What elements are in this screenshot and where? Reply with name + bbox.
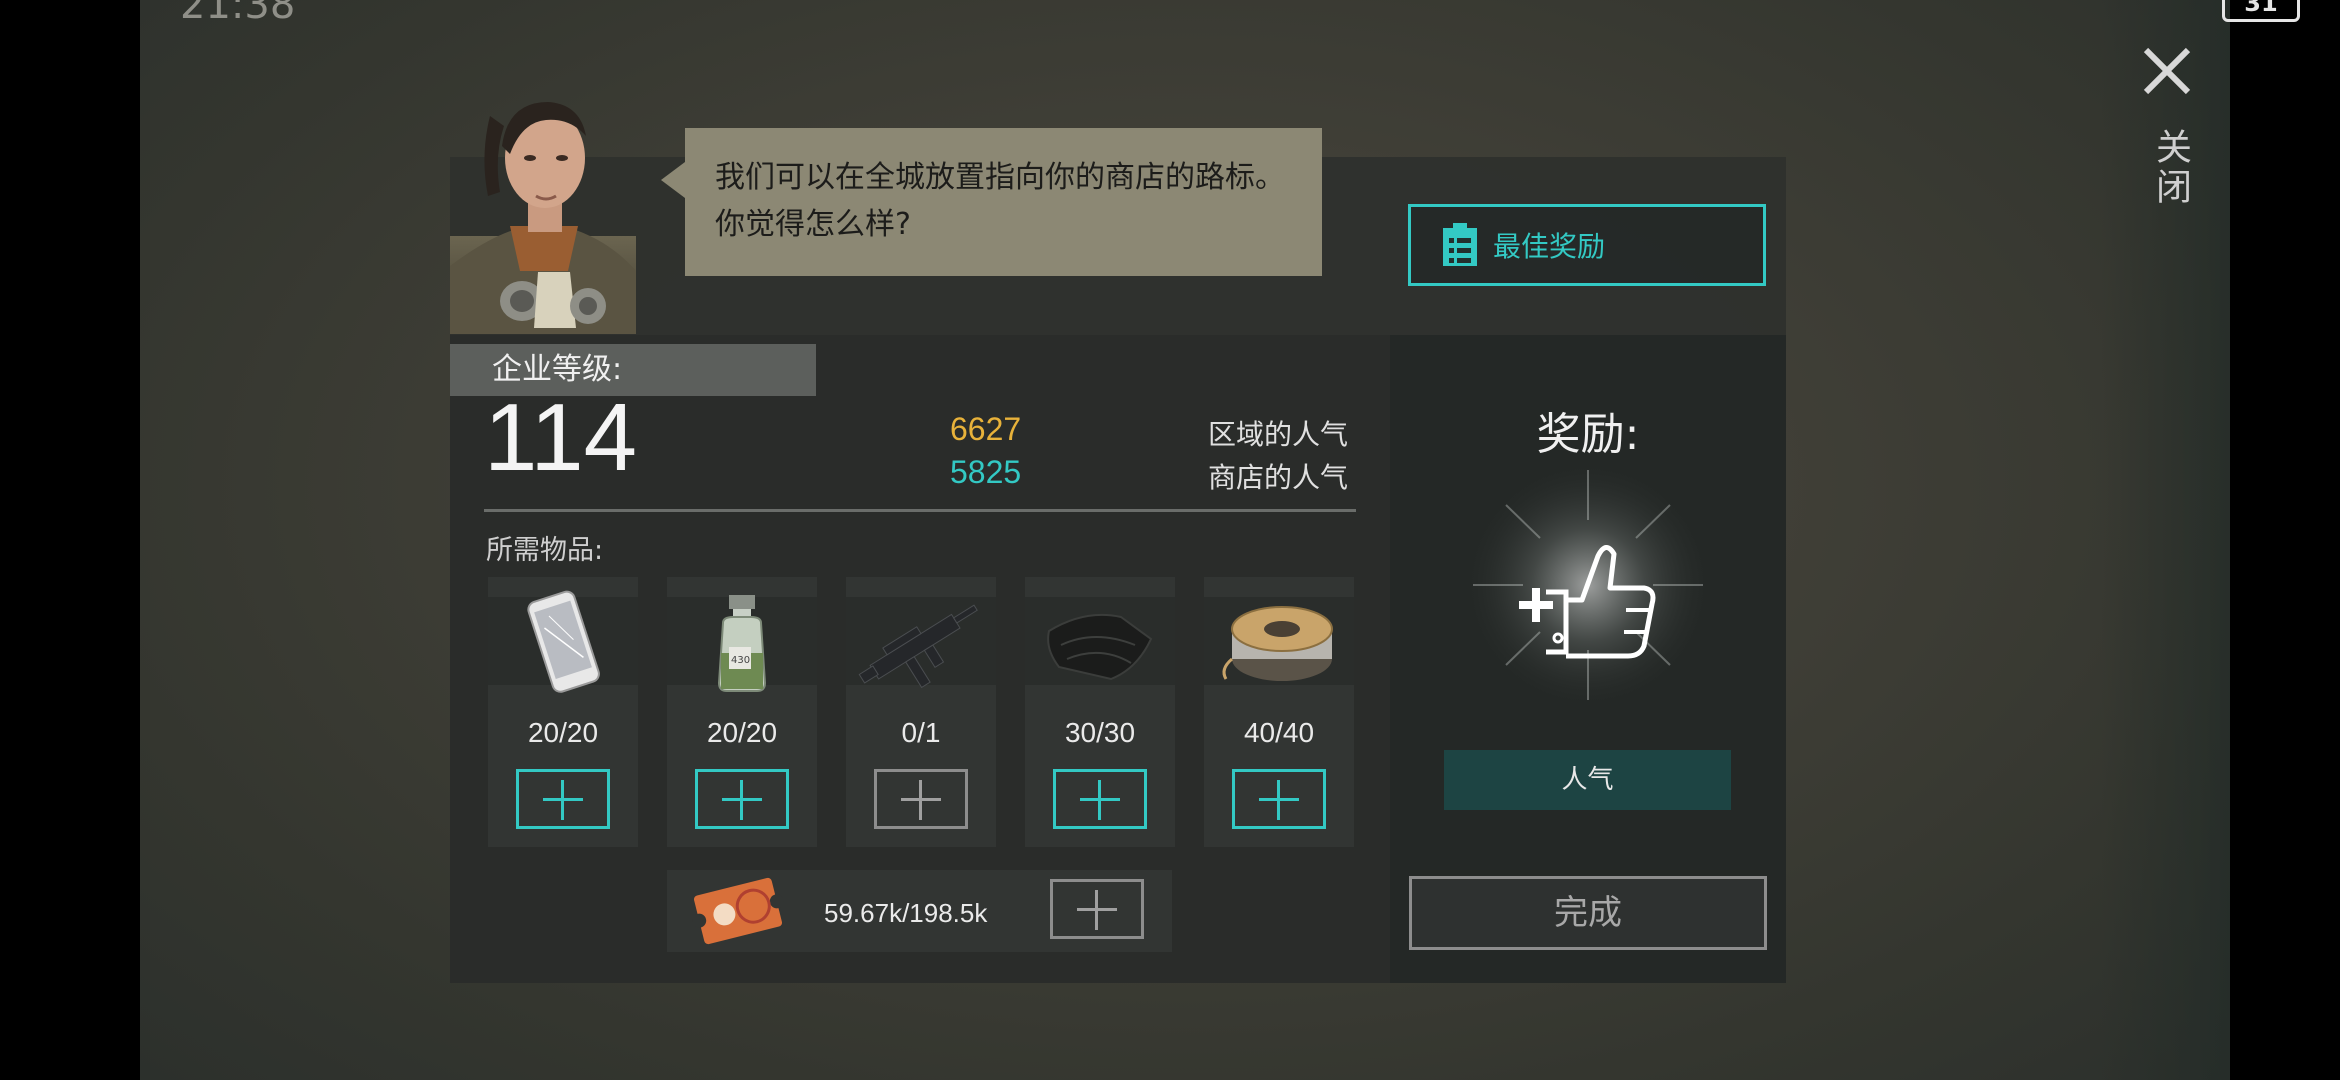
wire-spool-icon: [1222, 606, 1333, 681]
chemical-jar-icon: 430: [717, 595, 767, 692]
close-label[interactable]: 关闭: [2144, 128, 2196, 208]
shop-popularity-value: 5825: [950, 454, 1022, 490]
item-count: 40/40: [1243, 717, 1315, 748]
required-item: 430 20/20: [667, 577, 817, 847]
cloth-icon: [1047, 613, 1153, 681]
smartphone-icon: [527, 590, 600, 693]
add-coupon-button[interactable]: [1050, 879, 1144, 939]
submachine-gun-icon: [858, 604, 978, 689]
item-count: 30/30: [1064, 717, 1136, 748]
shop-popularity-label: 商店的人气: [1208, 461, 1349, 494]
item-count: 20/20: [527, 717, 599, 748]
status-time: 21:38: [180, 0, 296, 28]
item-count: 20/20: [706, 717, 778, 748]
company-level-value: 114: [484, 384, 638, 491]
done-button[interactable]: 完成: [1409, 876, 1767, 950]
coupon-ticket-icon: [688, 870, 788, 952]
battery-indicator: 31: [2222, 0, 2300, 22]
add-item-button[interactable]: [516, 769, 610, 829]
required-item: 20/20: [488, 577, 638, 847]
divider: [484, 509, 1356, 512]
region-popularity-value: 6627: [950, 411, 1022, 447]
reward-type-label: 人气: [1444, 750, 1731, 810]
required-items-title: 所需物品:: [486, 535, 604, 566]
add-item-button[interactable]: [1053, 769, 1147, 829]
add-item-button[interactable]: [695, 769, 789, 829]
best-reward-button[interactable]: 最佳奖励: [1408, 204, 1766, 286]
item-count: 0/1: [901, 717, 941, 748]
best-reward-label: 最佳奖励: [1493, 230, 1606, 263]
add-item-button[interactable]: [874, 769, 968, 829]
popularity-thumbs-up-icon: [1448, 460, 1728, 710]
required-item: 30/30: [1025, 577, 1175, 847]
survivor-portrait-icon: [450, 96, 636, 334]
coupon-amount: 59.67k/198.5k: [824, 898, 988, 928]
reward-title: 奖励:: [1536, 409, 1640, 460]
required-item: 0/1: [846, 577, 996, 847]
region-popularity-label: 区域的人气: [1208, 418, 1349, 451]
svg-text:430: 430: [731, 655, 750, 666]
npc-speech-bubble: 我们可以在全城放置指向你的商店的路标。你觉得怎么样?: [661, 128, 1322, 276]
close-icon[interactable]: [2136, 40, 2198, 102]
add-item-button[interactable]: [1232, 769, 1326, 829]
required-item: 40/40: [1204, 577, 1354, 847]
clipboard-icon: [1441, 222, 1479, 268]
